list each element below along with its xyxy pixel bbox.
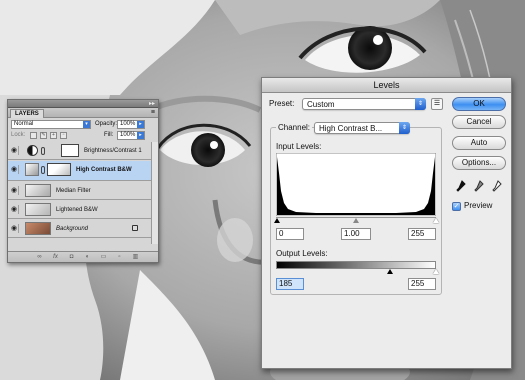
blend-mode-select[interactable]: Normal ▾ (11, 120, 91, 129)
input-white-field[interactable]: 255 (408, 228, 436, 240)
layer-thumbnail[interactable] (25, 203, 51, 216)
layer-style-icon[interactable]: fx (52, 254, 59, 260)
fill-field[interactable]: 100% ▸ (117, 131, 145, 140)
trash-icon[interactable]: ▥ (132, 254, 139, 260)
visibility-eye-icon[interactable]: ◉ (10, 186, 19, 195)
input-white-point-handle[interactable] (433, 218, 439, 223)
auto-button[interactable]: Auto (452, 136, 506, 150)
output-white-point-handle[interactable] (433, 269, 439, 274)
output-levels-label: Output Levels: (276, 249, 328, 258)
layers-panel-titlebar[interactable]: ▸▸ (8, 100, 158, 108)
layer-thumbnail[interactable] (25, 184, 51, 197)
layer-row[interactable]: ◉ Brightness/Contrast 1 (8, 142, 152, 160)
link-chain-icon (41, 166, 45, 174)
histogram (276, 153, 436, 216)
visibility-eye-icon[interactable]: ◉ (10, 165, 19, 174)
layer-thumbnail[interactable] (25, 163, 39, 176)
lock-row: Lock: ✎ + ▫ Fill: 100% ▸ (8, 130, 158, 141)
adjustment-layer-icon (27, 145, 38, 156)
preset-select[interactable]: Custom ⇕ (302, 98, 426, 110)
eyedroppers (456, 180, 502, 192)
dropdown-arrow-icon: ⇕ (415, 98, 426, 110)
output-gradient-bar[interactable] (276, 261, 436, 269)
layers-panel: ▸▸ LAYERS ≡ Normal ▾ Opacity: 100% ▸ Loc… (7, 99, 159, 263)
levels-dialog: Levels Preset: Custom ⇕ ☰ OK Cancel Auto… (261, 77, 512, 369)
gray-eyedropper-icon[interactable] (474, 180, 484, 192)
input-black-point-handle[interactable] (274, 218, 280, 223)
link-layers-icon[interactable]: ∞ (36, 254, 43, 260)
preview-label: Preview (464, 201, 493, 210)
dropdown-arrow-icon: ⇕ (399, 122, 410, 134)
opacity-field[interactable]: 100% ▸ (117, 120, 145, 129)
add-mask-icon[interactable]: ◘ (68, 254, 75, 260)
lock-transparency-icon[interactable] (30, 132, 37, 139)
visibility-eye-icon[interactable]: ◉ (10, 224, 19, 233)
panel-menu-icon[interactable]: ≡ (151, 109, 155, 117)
levels-titlebar[interactable]: Levels (262, 78, 511, 93)
channel-label: Channel: (276, 123, 313, 133)
collapse-icon[interactable]: ▸▸ (149, 101, 155, 107)
black-eyedropper-icon[interactable] (456, 180, 466, 192)
dialog-title: Levels (373, 80, 400, 90)
layer-name: Brightness/Contrast 1 (84, 148, 142, 154)
lock-all-icon[interactable]: ▫ (60, 132, 67, 139)
link-chain-icon (41, 147, 45, 155)
lock-paint-icon[interactable]: ✎ (40, 132, 47, 139)
dropdown-arrow-icon: ▾ (83, 121, 90, 128)
new-group-icon[interactable]: ▭ (100, 254, 107, 260)
layer-thumbnail[interactable] (25, 222, 51, 235)
layer-name: Median Filter (56, 188, 91, 194)
channel-select[interactable]: High Contrast B... ⇕ (314, 122, 410, 134)
layer-name: High Contrast B&W (76, 167, 132, 173)
layer-row[interactable]: ◉ Background (8, 220, 152, 238)
input-black-field[interactable]: 0 (276, 228, 304, 240)
input-gamma-field[interactable]: 1.00 (341, 228, 371, 240)
white-eyedropper-icon[interactable] (492, 180, 502, 192)
input-gamma-handle[interactable] (353, 218, 359, 223)
layers-scrollbar[interactable] (151, 142, 158, 244)
output-black-point-handle[interactable] (387, 269, 393, 274)
visibility-eye-icon[interactable]: ◉ (10, 205, 19, 214)
layer-row[interactable]: ◉ Lightened B&W (8, 201, 152, 219)
new-layer-icon[interactable]: ▫ (116, 254, 123, 260)
layers-tab-row: LAYERS ≡ (8, 108, 158, 118)
layer-name: Background (56, 226, 89, 232)
opacity-arrow-icon: ▸ (137, 121, 144, 128)
blend-row: Normal ▾ Opacity: 100% ▸ (8, 119, 158, 130)
layers-footer: ∞ fx ◘ ◐ ▭ ▫ ▥ (8, 251, 158, 262)
lock-move-icon[interactable]: + (50, 132, 57, 139)
preset-label: Preset: (269, 99, 295, 108)
ok-button[interactable]: OK (452, 97, 506, 111)
layers-tab[interactable]: LAYERS (10, 109, 44, 118)
opacity-label: Opacity: (95, 121, 118, 127)
fill-value: 100% (120, 132, 136, 138)
layer-row-active[interactable]: ◉ High Contrast B&W (8, 161, 152, 181)
layer-list: ◉ Brightness/Contrast 1 ◉ High Contrast … (8, 142, 152, 242)
fill-arrow-icon: ▸ (137, 132, 144, 139)
output-white-field[interactable]: 255 (408, 278, 436, 290)
visibility-eye-icon[interactable]: ◉ (10, 146, 19, 155)
preset-options-icon[interactable]: ☰ (431, 98, 443, 110)
input-levels-label: Input Levels: (276, 142, 322, 151)
lock-icon (132, 225, 138, 231)
blend-mode-value: Normal (14, 121, 34, 127)
opacity-value: 100% (120, 121, 136, 127)
cancel-button[interactable]: Cancel (452, 115, 506, 129)
lock-label: Lock: (11, 132, 26, 138)
layer-mask-thumbnail[interactable] (47, 163, 71, 176)
output-black-field[interactable]: 185 (276, 278, 304, 290)
new-adjustment-icon[interactable]: ◐ (84, 254, 91, 260)
layer-mask-thumbnail[interactable] (61, 144, 79, 157)
fill-label: Fill: (104, 132, 114, 138)
layer-name: Lightened B&W (56, 207, 98, 213)
layer-row[interactable]: ◉ Median Filter (8, 182, 152, 200)
preview-checkbox[interactable]: ✓ (452, 202, 461, 211)
options-button[interactable]: Options... (452, 156, 506, 170)
channel-value: High Contrast B... (319, 124, 383, 133)
preset-value: Custom (307, 100, 335, 109)
